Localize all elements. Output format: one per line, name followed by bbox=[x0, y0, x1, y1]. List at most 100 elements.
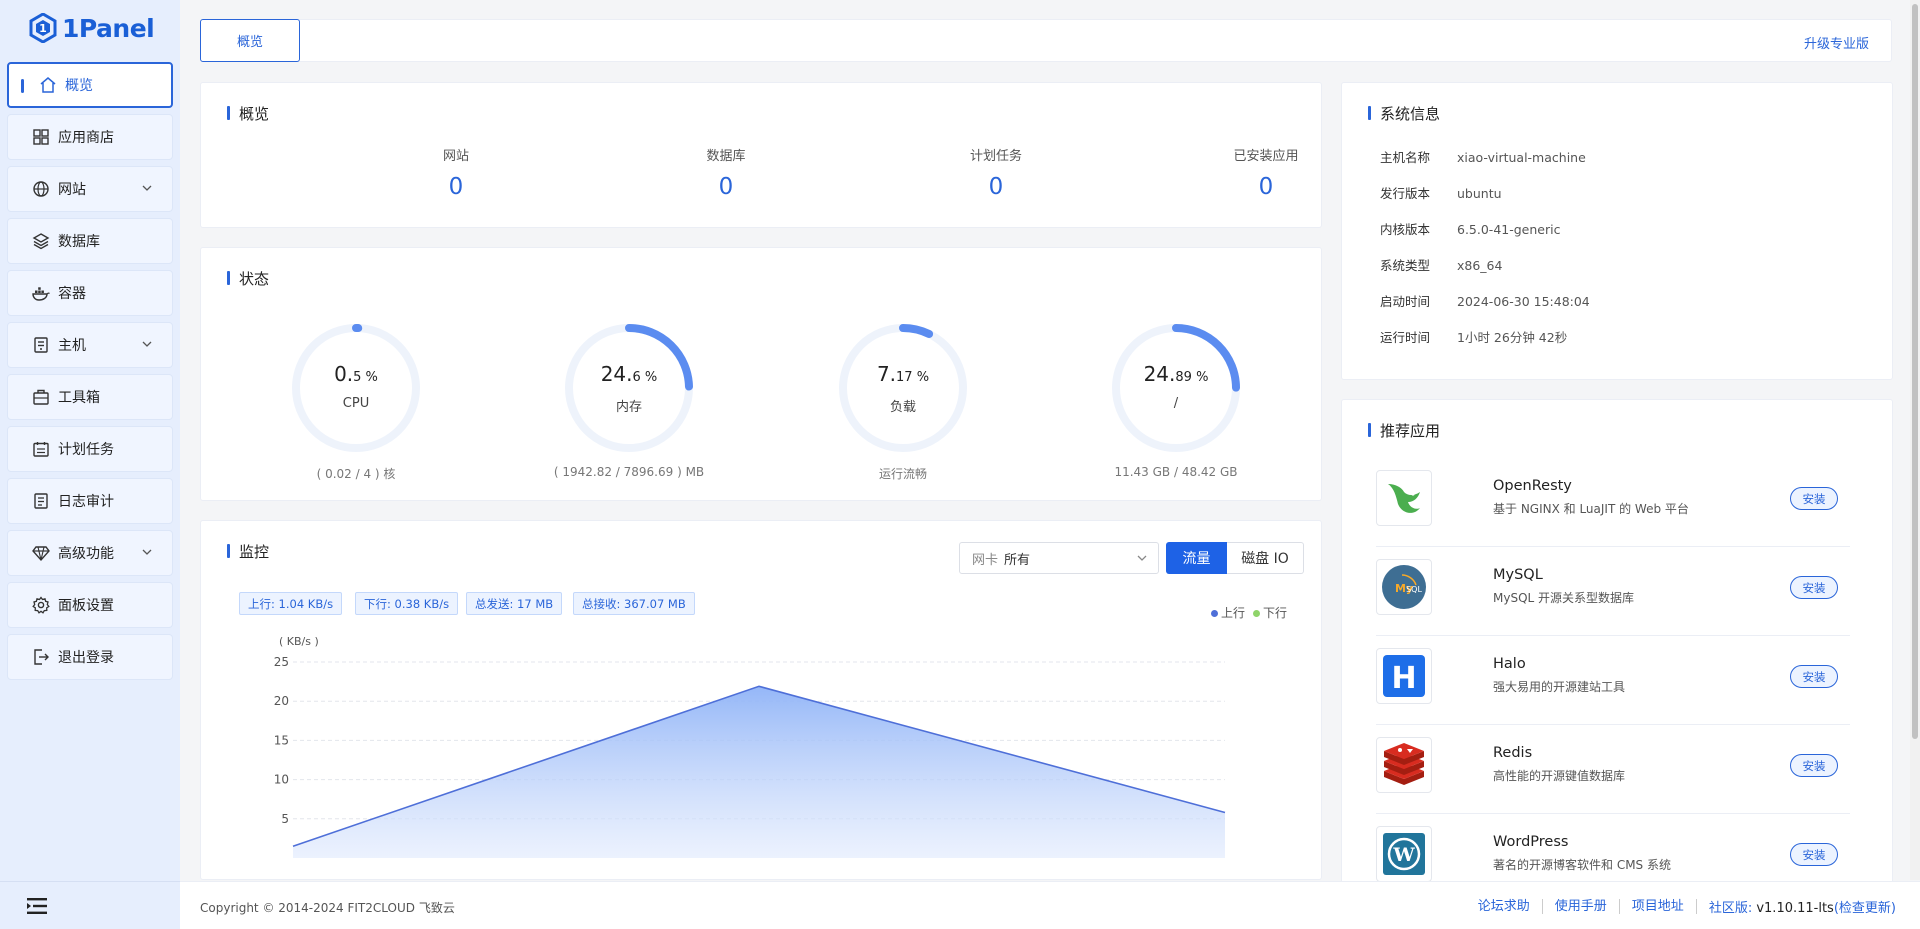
scrollbar-thumb[interactable] bbox=[1912, 4, 1918, 739]
copyright: Copyright © 2014-2024 FIT2CLOUD 飞致云 bbox=[200, 901, 455, 915]
install-button[interactable]: 安装 bbox=[1790, 754, 1838, 777]
gauge-ring bbox=[839, 324, 967, 452]
check-update-link[interactable]: (检查更新) bbox=[1834, 901, 1896, 916]
app-item-mysql[interactable]: My SQL MySQL MySQL 开源关系型数据库 安装 bbox=[1376, 547, 1850, 636]
sidebar-item-logout[interactable]: 退出登录 bbox=[7, 634, 173, 680]
chevron-down-icon bbox=[142, 341, 152, 347]
stat-value[interactable]: 0 bbox=[896, 174, 1096, 200]
sysinfo-row: 发行版本 ubuntu bbox=[1380, 183, 1502, 202]
install-button[interactable]: 安装 bbox=[1790, 843, 1838, 866]
server-icon bbox=[32, 336, 50, 354]
gauge-value-dec: 5 % bbox=[353, 370, 378, 385]
layers-icon bbox=[32, 232, 50, 250]
sidebar-item-gear[interactable]: 面板设置 bbox=[7, 582, 173, 628]
logo[interactable]: 1 1Panel bbox=[0, 0, 180, 56]
sidebar-item-calendar[interactable]: 计划任务 bbox=[7, 426, 173, 472]
stat-databases[interactable]: 数据库 0 bbox=[626, 145, 826, 200]
gauge-value-int: 24. bbox=[1143, 362, 1176, 386]
app-description: MySQL 开源关系型数据库 bbox=[1493, 591, 1635, 605]
sysinfo-value: x86_64 bbox=[1457, 258, 1503, 273]
gauge-memory: 24.6 % 内存 bbox=[559, 318, 699, 458]
sidebar-item-docker[interactable]: 容器 bbox=[7, 270, 173, 316]
stat-value[interactable]: 0 bbox=[356, 174, 556, 200]
install-button[interactable]: 安装 bbox=[1790, 487, 1838, 510]
version-number: v1.10.11-lts bbox=[1756, 901, 1834, 916]
sysinfo-value: 1小时 26分钟 42秒 bbox=[1457, 330, 1568, 345]
gauge-footnote: 11.43 GB / 48.42 GB bbox=[1114, 465, 1238, 479]
gauge-name: 负载 bbox=[889, 400, 916, 415]
stat-cronjobs[interactable]: 计划任务 0 bbox=[896, 145, 1096, 200]
logo-icon: 1 bbox=[29, 13, 57, 43]
app-item-openresty[interactable]: OpenResty 基于 NGINX 和 LuaJIT 的 Web 平台 安装 bbox=[1376, 458, 1850, 547]
upgrade-pro-link[interactable]: 升级专业版 bbox=[1804, 33, 1869, 52]
stat-value[interactable]: 0 bbox=[1166, 174, 1366, 200]
recommended-apps-card: 推荐应用 OpenResty 基于 NGINX 和 LuaJIT 的 Web 平台… bbox=[1341, 399, 1893, 909]
sidebar-item-home[interactable]: 概览 bbox=[7, 62, 173, 108]
app-name: WordPress bbox=[1493, 834, 1569, 850]
sidebar-item-label: 数据库 bbox=[58, 234, 100, 250]
stat-websites[interactable]: 网站 0 bbox=[356, 145, 556, 200]
gauge-footnote: 运行流畅 bbox=[878, 467, 927, 481]
sysinfo-row: 主机名称 xiao-virtual-machine bbox=[1380, 147, 1586, 166]
system-info-title: 系统信息 bbox=[1368, 103, 1440, 124]
y-tick-label: 5 bbox=[281, 812, 289, 826]
project-link[interactable]: 项目地址 bbox=[1620, 899, 1697, 914]
app-item-redis[interactable]: Redis 高性能的开源键值数据库 安装 bbox=[1376, 725, 1850, 814]
sidebar-item-label: 应用商店 bbox=[58, 130, 114, 146]
y-axis-label: ( KB/s ) bbox=[279, 635, 319, 648]
gauge-footnote: ( 0.02 / 4 ) 核 bbox=[316, 467, 396, 481]
sysinfo-value: xiao-virtual-machine bbox=[1457, 150, 1586, 165]
traffic-chart: ( KB/s ) 25 20 15 10 5 bbox=[274, 635, 1226, 858]
manual-link[interactable]: 使用手册 bbox=[1543, 899, 1620, 914]
sysinfo-value: 6.5.0-41-generic bbox=[1457, 222, 1561, 237]
sidebar-item-label: 网站 bbox=[58, 182, 86, 198]
forum-link[interactable]: 论坛求助 bbox=[1466, 899, 1543, 914]
sidebar-item-log[interactable]: 日志审计 bbox=[7, 478, 173, 524]
stat-installed-apps[interactable]: 已安装应用 0 bbox=[1166, 145, 1366, 200]
sidebar-item-grid[interactable]: 应用商店 bbox=[7, 114, 173, 160]
svg-text:W: W bbox=[1392, 844, 1415, 866]
sysinfo-key: 启动时间 bbox=[1380, 294, 1431, 309]
overview-title: 概览 bbox=[227, 103, 269, 124]
logo-text: 1Panel bbox=[62, 13, 155, 43]
sidebar-item-globe[interactable]: 网站 bbox=[7, 166, 173, 212]
status-title: 状态 bbox=[227, 268, 269, 289]
docker-icon bbox=[32, 284, 50, 302]
halo-icon: H bbox=[1376, 648, 1432, 704]
log-icon bbox=[32, 492, 50, 510]
series-area-up bbox=[293, 686, 1225, 858]
y-tick-label: 25 bbox=[274, 655, 289, 669]
gauge-name: 内存 bbox=[615, 400, 642, 415]
install-button[interactable]: 安装 bbox=[1790, 576, 1838, 599]
collapse-menu-button[interactable] bbox=[0, 881, 180, 929]
sysinfo-value: 2024-06-30 15:48:04 bbox=[1457, 294, 1590, 309]
stat-value[interactable]: 0 bbox=[626, 174, 826, 200]
page-scrollbar[interactable] bbox=[1910, 0, 1920, 880]
gauge-ring bbox=[292, 324, 420, 452]
toolbox-icon bbox=[32, 388, 50, 406]
gauge-cpu: 0.5 % CPU bbox=[286, 318, 426, 458]
logout-icon bbox=[32, 648, 50, 666]
mysql-icon: My SQL bbox=[1376, 559, 1432, 615]
wordpress-icon: W bbox=[1376, 826, 1432, 882]
version-info: 社区版: v1.10.11-lts(检查更新) bbox=[1697, 897, 1896, 916]
gauge-ring bbox=[1112, 324, 1240, 452]
app-item-halo[interactable]: H Halo 强大易用的开源建站工具 安装 bbox=[1376, 636, 1850, 725]
stat-label: 数据库 bbox=[706, 149, 746, 164]
sysinfo-key: 发行版本 bbox=[1380, 186, 1431, 201]
sidebar-item-layers[interactable]: 数据库 bbox=[7, 218, 173, 264]
sidebar-item-label: 面板设置 bbox=[58, 598, 114, 614]
chevron-down-icon bbox=[142, 549, 152, 555]
sidebar-item-diamond[interactable]: 高级功能 bbox=[7, 530, 173, 576]
sidebar-item-label: 主机 bbox=[58, 338, 86, 354]
sidebar-item-server[interactable]: 主机 bbox=[7, 322, 173, 368]
top-tab-bar: 概览 升级专业版 bbox=[200, 19, 1892, 62]
install-button[interactable]: 安装 bbox=[1790, 665, 1838, 688]
sidebar-item-toolbox[interactable]: 工具箱 bbox=[7, 374, 173, 420]
status-card: 状态 0.5 % CPU( 0.02 / 4 ) 核 24.6 % 内存( 1942.… bbox=[200, 247, 1322, 501]
footer: Copyright © 2014-2024 FIT2CLOUD 飞致云 论坛求助… bbox=[180, 881, 1920, 929]
gauge-name: CPU bbox=[342, 396, 370, 411]
sidebar-item-label: 日志审计 bbox=[58, 494, 114, 510]
tab-overview[interactable]: 概览 bbox=[200, 19, 300, 62]
gauge-value-int: 0. bbox=[334, 362, 354, 386]
